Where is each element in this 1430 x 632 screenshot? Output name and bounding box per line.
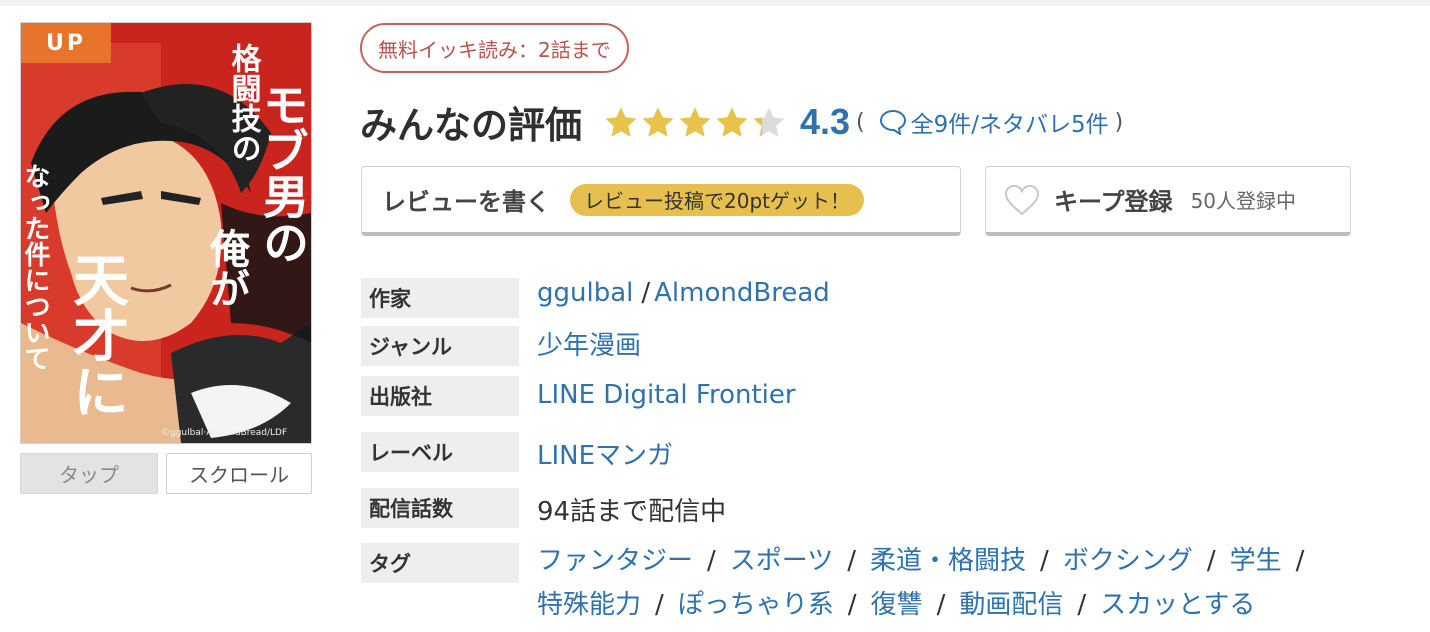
keep-count: 50人登録中	[1190, 189, 1297, 213]
author-link-2[interactable]: AlmondBread	[654, 278, 830, 308]
label-link[interactable]: LINEマンガ	[537, 435, 673, 472]
tag-link[interactable]: スカッとする	[1100, 590, 1255, 620]
speech-bubble-icon	[879, 109, 907, 135]
cover-image[interactable]: モブ男の 格闘技の 俺が 天才に なった件について ©ggulbal·Almon…	[20, 22, 312, 444]
tag-link[interactable]: 学生	[1230, 546, 1282, 576]
cover-illustration: モブ男の 格闘技の 俺が 天才に なった件について ©ggulbal·Almon…	[21, 23, 311, 443]
author-label: 作家	[361, 278, 519, 318]
label-label: レーベル	[361, 432, 519, 472]
tag-link[interactable]: ファンタジー	[537, 546, 693, 576]
reviews-count-link[interactable]: 全9件/ネタバレ5件	[911, 105, 1109, 139]
tag-link[interactable]: 動画配信	[959, 590, 1063, 620]
scroll-mode-button[interactable]: スクロール	[166, 453, 312, 494]
rating-score: 4.3	[800, 101, 851, 142]
tags-label: タグ	[361, 543, 519, 583]
tag-separator: /	[655, 590, 664, 620]
tag-separator: /	[847, 590, 857, 620]
write-review-button[interactable]: レビューを書く レビュー投稿で20ptゲット！	[361, 166, 961, 236]
rating-row: みんなの評価 4.3 ( 全9件/ネタバレ5件 )	[360, 96, 1129, 148]
tags-line-2: 特殊能力 / ぽっちゃり系 / 復讐 / 動画配信 / スカッとする	[537, 584, 1255, 621]
tag-separator: /	[707, 546, 716, 576]
cover-copyright: ©ggulbal·AlmondBread/LDF	[161, 428, 287, 438]
keep-register-label: キープ登録	[1054, 188, 1173, 216]
tag-separator: /	[847, 546, 857, 576]
write-review-label: レビューを書く	[382, 188, 550, 216]
rating-title: みんなの評価	[360, 104, 582, 147]
tag-separator: /	[936, 590, 946, 620]
cover-title-1: モブ男の	[256, 81, 310, 265]
genre-label: ジャンル	[361, 326, 519, 366]
star-icon	[605, 107, 637, 137]
keep-register-button[interactable]: キープ登録 50人登録中	[985, 166, 1351, 236]
genre-link[interactable]: 少年漫画	[537, 325, 641, 362]
cover-title-4: 天才に	[64, 251, 129, 419]
paren-close: )	[1114, 109, 1124, 135]
cover-title-2: 俺が	[203, 228, 251, 308]
episodes-value: 94話まで配信中	[537, 497, 727, 527]
free-read-badge[interactable]: 無料イッキ読み：2話まで	[360, 23, 629, 73]
cover-title-3: 格闘技の	[226, 43, 262, 163]
tags-line-1: ファンタジー / スポーツ / 柔道・格闘技 / ボクシング / 学生 /	[537, 540, 1318, 577]
tag-link[interactable]: 特殊能力	[537, 590, 641, 620]
star-icon	[679, 107, 711, 137]
publisher-link[interactable]: LINE Digital Frontier	[537, 380, 796, 410]
tag-link[interactable]: 柔道・格闘技	[870, 546, 1026, 576]
author-separator: /	[641, 278, 651, 308]
tap-mode-button[interactable]: タップ	[20, 453, 158, 494]
star-rating	[604, 106, 786, 138]
star-icon	[753, 107, 785, 137]
update-badge: UP	[21, 23, 111, 63]
tag-separator: /	[1040, 546, 1049, 576]
tag-separator: /	[1206, 546, 1216, 576]
author-value: ggulbal / AlmondBread	[537, 278, 830, 308]
top-divider	[0, 0, 1430, 6]
cover-title-5: なった件について	[21, 163, 50, 371]
star-icon	[642, 107, 674, 137]
tag-link[interactable]: スポーツ	[730, 546, 833, 576]
star-icon	[716, 107, 748, 137]
tag-link[interactable]: 復讐	[871, 590, 923, 620]
author-link-1[interactable]: ggulbal	[537, 278, 633, 308]
tag-separator: /	[1295, 546, 1305, 576]
paren-open: (	[856, 109, 865, 135]
review-point-promo: レビュー投稿で20ptゲット！	[570, 183, 864, 216]
publisher-label: 出版社	[361, 376, 519, 416]
tag-link[interactable]: ボクシング	[1063, 546, 1193, 576]
tag-link[interactable]: ぽっちゃり系	[678, 590, 834, 620]
episodes-label: 配信話数	[361, 488, 519, 528]
tag-separator: /	[1077, 590, 1087, 620]
heart-icon	[1004, 184, 1040, 216]
